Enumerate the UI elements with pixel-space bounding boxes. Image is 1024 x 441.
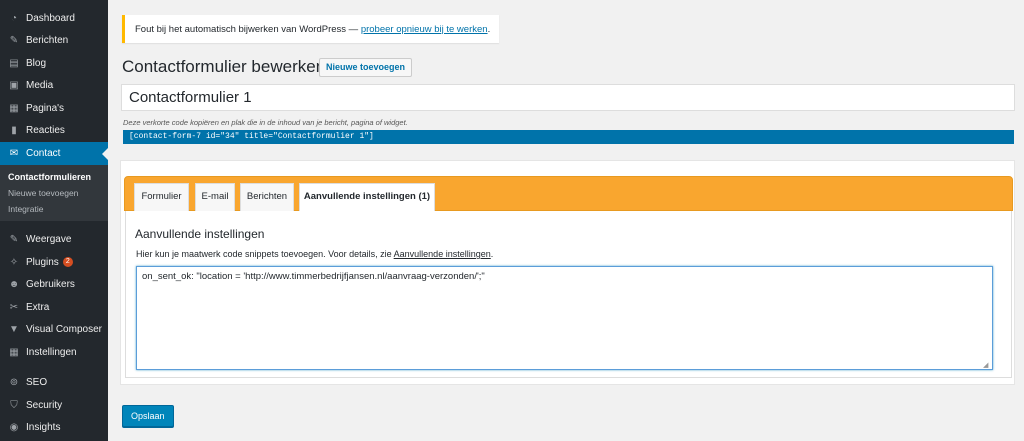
appearance-icon: ✎ [9, 234, 19, 246]
update-error-notice: Fout bij het automatisch bijwerken van W… [122, 15, 499, 43]
sidebar-item-contact[interactable]: ✉ Contact [0, 142, 108, 165]
sidebar-item-label: Blog [26, 57, 47, 69]
section-desc-text: Hier kun je maatwerk code snippets toevo… [136, 249, 394, 259]
sidebar-item-visual-composer[interactable]: ▼ Visual Composer [0, 319, 108, 342]
submenu-nieuwe-toevoegen[interactable]: Nieuwe toevoegen [0, 185, 108, 201]
sidebar-item-seo[interactable]: ⊚ SEO [0, 372, 108, 395]
update-count-badge: 2 [62, 257, 73, 268]
sidebar-item-label: SEO [26, 377, 48, 389]
sidebar-item-plugins[interactable]: ✧ Plugins 2 [0, 251, 108, 274]
settings-icon: ▦ [9, 346, 19, 358]
retry-update-link[interactable]: probeer opnieuw bij te werken [361, 24, 488, 35]
sidebar-item-label: Gebruikers [26, 279, 75, 291]
contact-submenu: Contactformulieren Nieuwe toevoegen Inte… [0, 164, 108, 221]
admin-sidebar: ◔ Dashboard ✎ Berichten ▤ Blog ▣ Media ▦ Pagina's… [0, 0, 108, 441]
sidebar-item-pagina-s[interactable]: ▦ Pagina's [0, 97, 108, 120]
sidebar-item-label: Plugins [26, 256, 59, 268]
sidebar-item-label: Instellingen [26, 346, 77, 358]
sidebar-item-label: Weergave [26, 234, 72, 246]
sidebar-item-label: Contact [26, 147, 61, 159]
sidebar-item-label: Dashboard [26, 12, 75, 24]
pin-icon: ✎ [9, 35, 19, 47]
sidebar-item-dashboard[interactable]: ◔ Dashboard [0, 7, 108, 30]
plugins-icon: ✧ [9, 256, 19, 268]
seo-icon: ⊚ [9, 377, 19, 389]
notice-text: Fout bij het automatisch bijwerken van W… [135, 23, 359, 35]
sidebar-item-label: Insights [26, 422, 61, 434]
dashboard-icon: ◔ [10, 12, 18, 24]
sidebar-item-extra[interactable]: ✂ Extra [0, 296, 108, 319]
sidebar-item-label: Pagina's [26, 102, 65, 114]
section-desc-suffix: . [490, 249, 494, 259]
tab-berichten[interactable]: Berichten [240, 183, 294, 211]
sidebar-item-label: Security [26, 399, 63, 411]
sidebar-item-gebruikers[interactable]: ☻ Gebruikers [0, 274, 108, 297]
tools-icon: ✂ [9, 301, 19, 313]
sidebar-item-label: Reacties [26, 125, 65, 137]
tab-formulier[interactable]: Formulier [134, 183, 189, 211]
shield-icon: ⛉ [10, 399, 18, 411]
visual-composer-icon: ▼ [9, 324, 19, 336]
notice-suffix: . [487, 23, 491, 35]
sidebar-item-label: Media [26, 80, 54, 92]
sidebar-item-weergave[interactable]: ✎ Weergave [0, 229, 108, 252]
section-title: Aanvullende instellingen [135, 227, 265, 241]
add-new-button[interactable]: Nieuwe toevoegen [319, 58, 413, 77]
additional-settings-link[interactable]: Aanvullende instellingen [394, 249, 491, 259]
submenu-contactformulieren[interactable]: Contactformulieren [0, 169, 108, 185]
users-icon: ☻ [8, 279, 20, 291]
sidebar-item-reacties[interactable]: ▮ Reacties [0, 120, 108, 143]
pages-icon: ▦ [9, 102, 19, 114]
section-description: Hier kun je maatwerk code snippets toevo… [136, 249, 493, 259]
resize-handle-icon[interactable]: ◢ [983, 361, 991, 369]
tab-email[interactable]: E-mail [195, 183, 235, 211]
page-title: Contactformulier bewerken [122, 57, 326, 76]
sidebar-item-blog[interactable]: ▤ Blog [0, 52, 108, 75]
form-title-input[interactable]: Contactformulier 1 [121, 84, 1015, 111]
additional-settings-textarea[interactable]: on_sent_ok: "location = 'http://www.timm… [136, 266, 993, 370]
sidebar-item-berichten[interactable]: ✎ Berichten [0, 30, 108, 53]
media-icon: ▣ [9, 80, 19, 92]
sidebar-item-insights[interactable]: ◉ Insights [0, 417, 108, 440]
sidebar-item-label: Berichten [26, 35, 69, 47]
blog-icon: ▤ [9, 57, 19, 69]
insights-icon: ◉ [9, 422, 19, 434]
sidebar-item-label: Extra [26, 301, 50, 313]
save-button[interactable]: Opslaan [122, 405, 174, 427]
shortcode-field[interactable]: [contact-form-7 id="34" title="Contactfo… [123, 130, 1014, 144]
shortcode-description: Deze verkorte code kopiëren en plak die … [123, 118, 408, 127]
mail-icon: ✉ [9, 147, 19, 159]
sidebar-item-label: Visual Composer [26, 324, 102, 336]
sidebar-item-security[interactable]: ⛉ Security [0, 394, 108, 417]
submenu-integratie[interactable]: Integratie [0, 201, 108, 217]
sidebar-item-media[interactable]: ▣ Media [0, 75, 108, 98]
comments-icon: ▮ [11, 125, 17, 137]
tab-aanvullende-instellingen[interactable]: Aanvullende instellingen (1) [299, 183, 435, 212]
sidebar-item-instellingen[interactable]: ▦ Instellingen [0, 341, 108, 364]
